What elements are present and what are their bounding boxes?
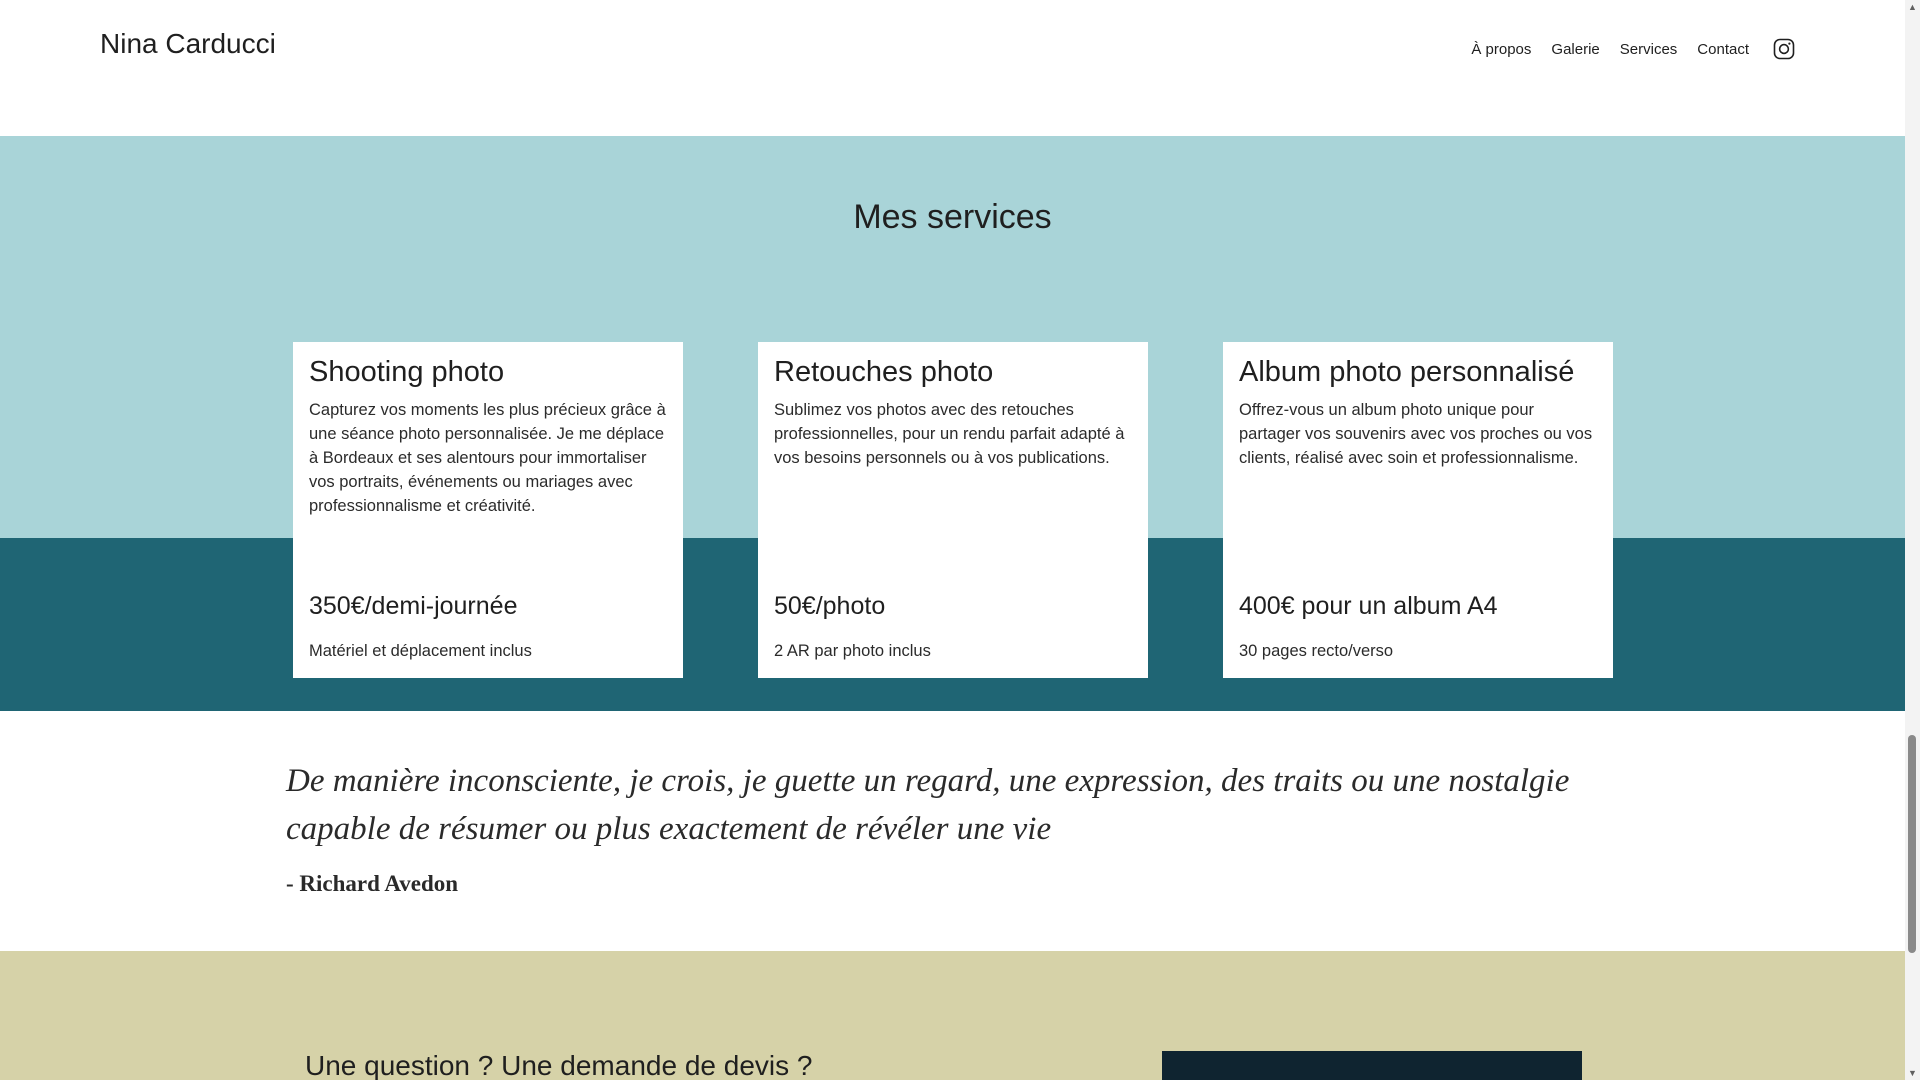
- service-card-title: Album photo personnalisé: [1239, 356, 1575, 388]
- nav-link-a-propos[interactable]: À propos: [1471, 41, 1531, 58]
- service-card-note: 30 pages recto/verso: [1239, 642, 1394, 660]
- service-card-retouches: Retouches photo Sublimez vos photos avec…: [758, 342, 1148, 678]
- contact-section: Une question ? Une demande de devis ?: [0, 951, 1905, 1080]
- nav-link-galerie[interactable]: Galerie: [1551, 41, 1599, 58]
- service-card-description: Capturez vos moments les plus précieux g…: [309, 401, 666, 515]
- services-title: Mes services: [853, 198, 1052, 236]
- service-card-description: Sublimez vos photos avec des retouches p…: [774, 401, 1125, 467]
- instagram-icon-graphic: [1773, 38, 1795, 60]
- scrollbar-thumb[interactable]: [1908, 735, 1916, 953]
- service-card-price: 50€/photo: [774, 592, 886, 620]
- scroll-up-arrow-icon[interactable]: ▲: [1905, 0, 1920, 14]
- service-card-title: Shooting photo: [309, 356, 505, 388]
- quote-text: De manière inconsciente, je crois, je gu…: [286, 763, 1570, 847]
- nav-link-contact[interactable]: Contact: [1697, 41, 1749, 58]
- main-nav: À propos Galerie Services Contact: [1471, 38, 1795, 60]
- contact-photo: [1162, 1051, 1582, 1080]
- page: Nina Carducci À propos Galerie Services …: [0, 0, 1905, 1080]
- nav-link-services[interactable]: Services: [1620, 41, 1678, 58]
- scroll-down-arrow-icon[interactable]: ▼: [1905, 1066, 1920, 1080]
- service-card-album: Album photo personnalisé Offrez-vous un …: [1223, 342, 1613, 678]
- site-header: Nina Carducci À propos Galerie Services …: [0, 0, 1905, 136]
- service-card-title: Retouches photo: [774, 356, 994, 388]
- instagram-icon[interactable]: [1773, 38, 1795, 60]
- services-section: Mes services Shooting photo Capturez vos…: [0, 136, 1905, 711]
- service-card-price: 350€/demi-journée: [309, 592, 518, 620]
- quote-author: - Richard Avedon: [286, 871, 459, 896]
- service-card-note: 2 AR par photo inclus: [774, 642, 931, 660]
- site-brand[interactable]: Nina Carducci: [100, 28, 276, 60]
- service-card-note: Matériel et déplacement inclus: [309, 642, 532, 660]
- service-card-description: Offrez-vous un album photo unique pour p…: [1239, 401, 1593, 467]
- contact-heading: Une question ? Une demande de devis ?: [305, 1050, 813, 1080]
- vertical-scrollbar[interactable]: ▲ ▼: [1905, 0, 1920, 1080]
- service-card-price: 400€ pour un album A4: [1239, 592, 1498, 620]
- service-card-shooting: Shooting photo Capturez vos moments les …: [293, 342, 683, 678]
- quote-section: De manière inconsciente, je crois, je gu…: [0, 711, 1905, 951]
